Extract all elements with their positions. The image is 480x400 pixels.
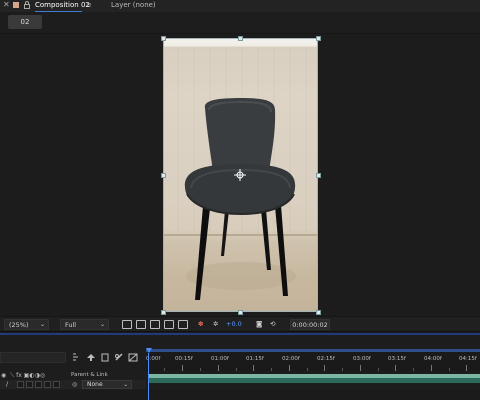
- tab-composition[interactable]: Composition 02: [35, 0, 90, 10]
- magnification-select[interactable]: (25%) ⌄: [4, 319, 49, 330]
- ruler-tick: [289, 365, 290, 371]
- layer-duration-bar-lower: [148, 378, 480, 383]
- current-time-indicator[interactable]: [148, 353, 149, 400]
- transform-handle-br[interactable]: [316, 310, 321, 315]
- ruler-tick: [360, 365, 361, 371]
- ruler-minor-tick: [164, 368, 165, 371]
- timeline-column-header: ◉ ⟍ fx ▣◐◑◎ Parent & Link: [0, 371, 146, 380]
- ruler-minor-tick: [236, 368, 237, 371]
- chevron-down-icon: ⌄: [39, 321, 45, 328]
- transform-handle-ml[interactable]: [161, 173, 166, 178]
- transform-handle-bc[interactable]: [238, 310, 243, 315]
- draft-3d-icon[interactable]: [86, 353, 96, 362]
- comp-label-swatch: [13, 2, 19, 8]
- ruler-tick: [324, 365, 325, 371]
- transparency-grid-icon[interactable]: [136, 320, 146, 329]
- transform-handle-mr[interactable]: [316, 173, 321, 178]
- composition-viewer[interactable]: [0, 35, 480, 315]
- layer-search-input[interactable]: [0, 352, 66, 363]
- ruler-tick: [466, 365, 467, 371]
- parent-value: None: [87, 381, 103, 388]
- magnification-value: (25%): [9, 321, 29, 329]
- hamburger-icon[interactable]: ≡: [86, 1, 92, 9]
- time-ruler[interactable]: 0:00f 00:15f 01:00f 01:15f 02:00f 02:15f…: [146, 349, 480, 371]
- ruler-label: 04:15f: [459, 356, 477, 362]
- ruler-minor-tick: [200, 368, 201, 371]
- exposure-settings-icon[interactable]: ✲: [213, 320, 218, 329]
- transform-handle-bl[interactable]: [161, 310, 166, 315]
- ruler-minor-tick: [378, 368, 379, 371]
- camera-snapshot-icon[interactable]: ◙: [256, 320, 262, 329]
- resolution-value: Full: [65, 321, 77, 329]
- breadcrumb: 02: [0, 12, 480, 34]
- pen-icon[interactable]: /: [6, 380, 8, 389]
- color-channels-icon[interactable]: ✽: [198, 320, 203, 329]
- resolution-select[interactable]: Full ⌄: [60, 319, 109, 330]
- ruler-label: 03:00f: [353, 356, 371, 362]
- ruler-label: 02:15f: [317, 356, 335, 362]
- comp-flowchart-icon[interactable]: [72, 353, 82, 362]
- transform-handle-tc[interactable]: [238, 36, 243, 41]
- motion-blur-icon[interactable]: [128, 353, 138, 362]
- viewer-toolbar: (25%) ⌄ Full ⌄ ✽ ✲ +0.0 ◙ ⟲ 0:00:00:02: [0, 316, 480, 332]
- region-of-interest-icon[interactable]: [164, 320, 174, 329]
- transform-handle-tr[interactable]: [316, 36, 321, 41]
- ruler-label: 01:00f: [211, 356, 229, 362]
- ruler-label: 01:15f: [246, 356, 264, 362]
- ruler-minor-tick: [413, 368, 414, 371]
- switch-box[interactable]: [53, 381, 60, 388]
- switch-box[interactable]: [17, 381, 24, 388]
- exposure-value[interactable]: +0.0: [226, 320, 242, 329]
- ruler-tick: [182, 365, 183, 371]
- ruler-tick: [218, 365, 219, 371]
- ruler-minor-tick: [271, 368, 272, 371]
- ruler-minor-tick: [307, 368, 308, 371]
- ruler-minor-tick: [449, 368, 450, 371]
- ruler-label: 00:15f: [175, 356, 193, 362]
- ruler-label: 04:00f: [424, 356, 442, 362]
- tab-layer[interactable]: Layer (none): [111, 0, 156, 10]
- ruler-label: 02:00f: [282, 356, 300, 362]
- ruler-tick: [395, 365, 396, 371]
- fast-preview-icon[interactable]: [122, 320, 132, 329]
- transform-handle-tl[interactable]: [161, 36, 166, 41]
- comp-breadcrumb-button[interactable]: 02: [8, 15, 42, 29]
- current-time-display[interactable]: 0:00:00:02: [290, 319, 330, 330]
- close-panel-icon[interactable]: ✕: [3, 0, 10, 9]
- visibility-column-icon: ◉: [1, 372, 7, 379]
- switch-box[interactable]: [26, 381, 33, 388]
- ruler-tick: [253, 365, 254, 371]
- anchor-point-icon[interactable]: [234, 169, 246, 181]
- ruler-tick: [431, 365, 432, 371]
- work-area-bar[interactable]: [146, 349, 480, 352]
- switch-box[interactable]: [44, 381, 51, 388]
- panel-header: ✕ Composition 02 ≡ Layer (none): [0, 0, 480, 12]
- parent-link-select[interactable]: None ⌄: [82, 380, 132, 389]
- timeline-footer: [0, 390, 480, 400]
- show-snapshot-icon[interactable]: ⟲: [270, 320, 275, 329]
- parent-link-header: Parent & Link: [71, 372, 108, 378]
- chevron-down-icon: ⌄: [99, 321, 105, 328]
- lock-icon[interactable]: [24, 1, 30, 9]
- frame-blending-icon[interactable]: [114, 353, 124, 362]
- playhead-marker[interactable]: [146, 348, 152, 353]
- mask-visibility-icon[interactable]: [150, 320, 160, 329]
- snapshot-region-icon[interactable]: [178, 320, 188, 329]
- pick-whip-icon[interactable]: ◎: [72, 380, 77, 389]
- switch-box[interactable]: [35, 381, 42, 388]
- switches-column-icons: ⟍ fx ▣◐◑◎: [10, 372, 46, 379]
- ruler-minor-tick: [342, 368, 343, 371]
- timeline-panel: 0:00f 00:15f 01:00f 01:15f 02:00f 02:15f…: [0, 335, 480, 400]
- ruler-label: 03:15f: [388, 356, 406, 362]
- shy-layers-icon[interactable]: [100, 353, 110, 362]
- chevron-down-icon: ⌄: [123, 382, 128, 388]
- layer-row[interactable]: / ◎ None ⌄: [0, 380, 146, 389]
